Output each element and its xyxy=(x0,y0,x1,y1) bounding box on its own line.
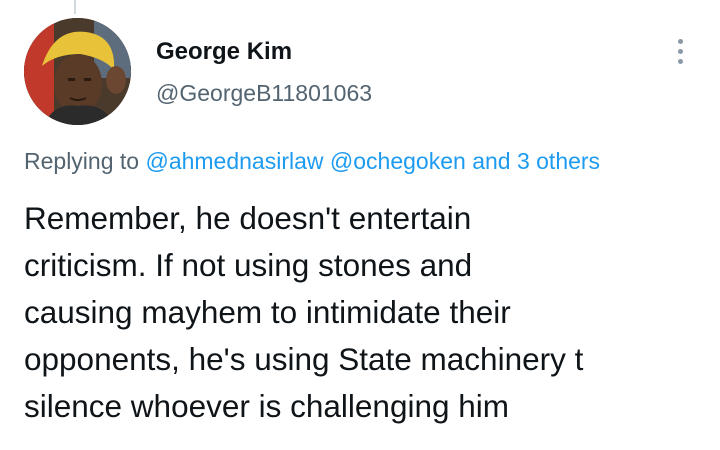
tweet-line-2: criticism. If not using stones and xyxy=(24,247,473,283)
more-dot-1 xyxy=(677,38,683,44)
tweet-line-4: opponents, he's using State machinery t xyxy=(24,341,584,377)
avatar[interactable] xyxy=(24,18,131,125)
thread-connector-line xyxy=(74,0,76,14)
replying-to-label: Replying to xyxy=(24,148,140,174)
more-options-icon[interactable] xyxy=(666,34,694,68)
mention-link-2[interactable]: @ochegoken xyxy=(330,148,466,174)
mention-link-1[interactable]: @ahmednasirlaw xyxy=(145,148,323,174)
others-link[interactable]: and 3 others xyxy=(472,148,600,174)
tweet-line-5: silence whoever is challenging him xyxy=(24,388,510,424)
replying-to: Replying to @ahmednasirlaw @ochegoken an… xyxy=(24,148,600,175)
tweet-line-1: Remember, he doesn't entertain xyxy=(24,200,472,236)
tweet-text: Remember, he doesn't entertain criticism… xyxy=(24,195,714,430)
more-dot-3 xyxy=(677,58,683,64)
author-handle[interactable]: @GeorgeB11801063 xyxy=(156,80,372,107)
more-dot-2 xyxy=(677,48,683,54)
tweet-line-3: causing mayhem to intimidate their xyxy=(24,294,511,330)
author-name[interactable]: George Kim xyxy=(156,38,292,66)
